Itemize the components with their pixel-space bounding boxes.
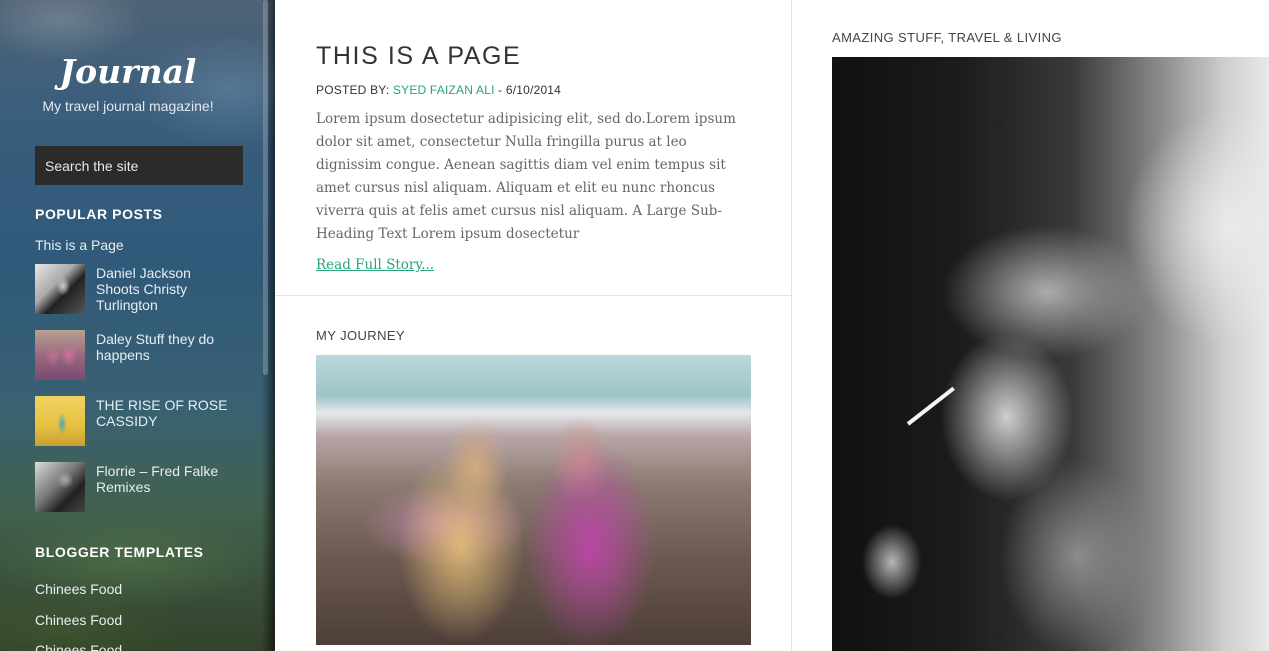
journey-photo[interactable] bbox=[316, 355, 751, 645]
post-title[interactable]: THIS IS A PAGE bbox=[316, 42, 521, 71]
read-full-story-link[interactable]: Read Full Story... bbox=[316, 257, 434, 273]
popular-posts-heading: POPULAR POSTS bbox=[35, 206, 163, 222]
post-thumbnail[interactable] bbox=[35, 396, 85, 446]
template-link[interactable]: Chinees Food bbox=[35, 612, 122, 628]
date-separator: - bbox=[494, 83, 506, 97]
site-tagline: My travel journal magazine! bbox=[42, 98, 214, 114]
my-journey-label: MY JOURNEY bbox=[316, 328, 405, 343]
post-thumbnail[interactable] bbox=[35, 264, 85, 314]
sidebar-scrollbar[interactable] bbox=[263, 0, 268, 375]
post-excerpt: Lorem ipsum dosectetur adipisicing elit,… bbox=[316, 111, 736, 242]
posted-by-label: POSTED BY: bbox=[316, 83, 390, 97]
post-thumbnail[interactable] bbox=[35, 330, 85, 380]
post-column: THIS IS A PAGE POSTED BY: SYED FAIZAN AL… bbox=[275, 0, 792, 651]
post-meta: POSTED BY: SYED FAIZAN ALI - 6/10/2014 bbox=[316, 83, 561, 97]
template-link[interactable]: Chinees Food bbox=[35, 581, 122, 597]
popular-post-item[interactable]: Daniel Jackson Shoots Christy Turlington bbox=[35, 264, 235, 314]
post-divider bbox=[275, 295, 791, 296]
post-thumbnail[interactable] bbox=[35, 462, 85, 512]
popular-post-link[interactable]: This is a Page bbox=[35, 237, 124, 253]
popular-post-item[interactable]: Florrie – Fred Falke Remixes bbox=[35, 462, 235, 512]
popular-post-title[interactable]: Daniel Jackson Shoots Christy Turlington bbox=[96, 265, 235, 314]
photo-detail bbox=[906, 386, 955, 426]
site-title[interactable]: Journal bbox=[0, 52, 256, 91]
template-link[interactable]: Chinees Food bbox=[35, 642, 122, 651]
popular-post-item[interactable]: THE RISE OF ROSE CASSIDY bbox=[35, 396, 235, 446]
amazing-stuff-label: AMAZING STUFF, TRAVEL & LIVING bbox=[832, 30, 1062, 45]
featured-column: AMAZING STUFF, TRAVEL & LIVING bbox=[792, 0, 1269, 651]
blogger-templates-heading: BLOGGER TEMPLATES bbox=[35, 544, 204, 560]
popular-post-title[interactable]: Florrie – Fred Falke Remixes bbox=[96, 463, 235, 512]
search-input[interactable] bbox=[35, 146, 243, 185]
post-date: 6/10/2014 bbox=[505, 83, 562, 97]
popular-post-item[interactable]: Daley Stuff they do happens bbox=[35, 330, 235, 380]
featured-photo[interactable] bbox=[832, 57, 1269, 651]
popular-post-title[interactable]: Daley Stuff they do happens bbox=[96, 331, 235, 380]
sidebar: Journal My travel journal magazine! POPU… bbox=[0, 0, 275, 651]
post-author-link[interactable]: SYED FAIZAN ALI bbox=[393, 83, 495, 97]
popular-post-title[interactable]: THE RISE OF ROSE CASSIDY bbox=[96, 397, 235, 446]
